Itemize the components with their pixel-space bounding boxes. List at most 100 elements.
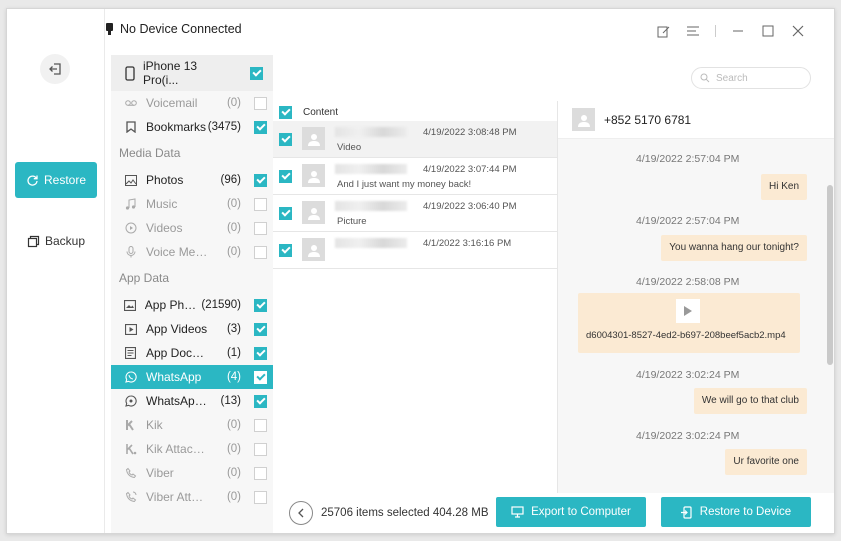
microphone-icon (123, 246, 138, 258)
contact-avatar (572, 108, 595, 131)
device-selector[interactable]: iPhone 13 Pro(i... (111, 55, 273, 91)
category-checkbox[interactable] (254, 418, 267, 432)
category-count: (0) (226, 419, 241, 431)
search-icon (700, 73, 710, 83)
minimize-icon (733, 30, 743, 32)
category-item-bookmarks[interactable]: Bookmarks (3475) (111, 115, 273, 139)
category-checkbox[interactable] (254, 221, 267, 235)
content-column-header: Content (303, 106, 339, 118)
category-checkbox[interactable] (254, 394, 267, 408)
music-icon (123, 198, 138, 210)
message-checkbox[interactable] (279, 170, 292, 183)
close-button[interactable] (790, 23, 806, 39)
footer-bar: 25706 items selected 404.28 MB Export to… (273, 493, 834, 533)
sender-avatar (302, 164, 325, 187)
photo-icon (123, 174, 138, 186)
category-label: Kik Attachme... (146, 442, 208, 456)
category-label: WhatsApp At... (146, 394, 208, 408)
category-checkbox[interactable] (254, 370, 267, 384)
category-item-photos[interactable]: Photos (96) (111, 168, 273, 192)
restore-device-label: Restore to Device (699, 506, 792, 518)
category-item-kik-attachme[interactable]: Kik Attachme... (0) (111, 437, 273, 461)
chevron-left-icon (298, 508, 304, 518)
category-count: (0) (226, 467, 241, 479)
window-controls (655, 23, 806, 39)
category-item-voice-memos[interactable]: Voice Memos (0) (111, 240, 273, 264)
chat-messages[interactable]: 4/19/2022 2:57:04 PM Hi Ken 4/19/2022 2:… (558, 139, 834, 493)
restore-nav-button[interactable]: Restore (15, 162, 97, 198)
message-row[interactable]: 4/19/2022 3:08:48 PM Video (273, 121, 557, 158)
category-count: (0) (226, 491, 241, 503)
minimize-button[interactable] (730, 23, 746, 39)
backup-icon (27, 235, 40, 247)
sender-avatar (302, 201, 325, 224)
person-icon (577, 114, 590, 127)
maximize-button[interactable] (760, 23, 776, 39)
chat-bubble: You wanna hang our tonight? (661, 235, 807, 261)
message-row[interactable]: 4/1/2022 3:16:16 PM (273, 232, 557, 269)
category-checkbox[interactable] (254, 442, 267, 456)
category-item-app-videos[interactable]: App Videos (3) (111, 317, 273, 341)
restore-to-device-button[interactable]: Restore to Device (661, 497, 811, 527)
category-item-whatsapp-at[interactable]: WhatsApp At... (13) (111, 389, 273, 413)
category-count: (0) (226, 222, 241, 234)
category-label: App Docume... (146, 346, 208, 360)
message-row[interactable]: 4/19/2022 3:07:44 PM And I just want my m… (273, 158, 557, 195)
category-item-viber[interactable]: Viber (0) (111, 461, 273, 485)
category-checkbox[interactable] (254, 96, 267, 110)
viber-attachment-icon (123, 491, 138, 503)
category-label: Voice Memos (146, 245, 208, 259)
backup-nav-label: Backup (44, 234, 86, 248)
device-checkbox[interactable] (250, 66, 263, 80)
category-checkbox[interactable] (254, 173, 267, 187)
category-checkbox[interactable] (254, 298, 267, 312)
category-count: (0) (226, 198, 241, 210)
left-nav: Restore Backup (7, 9, 105, 533)
category-item-viber-attachm[interactable]: Viber Attachm... (0) (111, 485, 273, 509)
message-row[interactable]: 4/19/2022 3:06:40 PM Picture (273, 195, 557, 232)
message-checkbox[interactable] (279, 207, 292, 220)
bookmark-icon (123, 121, 138, 133)
category-item-voicemail[interactable]: Voicemail (0) (111, 91, 273, 115)
category-checkbox[interactable] (254, 245, 267, 259)
category-checkbox[interactable] (254, 466, 267, 480)
category-label: Music (146, 197, 178, 211)
category-checkbox[interactable] (254, 322, 267, 336)
category-item-kik[interactable]: Kik (0) (111, 413, 273, 437)
category-checkbox[interactable] (254, 346, 267, 360)
message-preview: Video (337, 142, 362, 153)
message-body: 4/19/2022 3:07:44 PM And I just want my m… (335, 164, 557, 194)
back-button[interactable] (289, 501, 313, 525)
category-label: Videos (146, 221, 183, 235)
backup-nav-button[interactable]: Backup (15, 223, 97, 259)
category-item-whatsapp[interactable]: WhatsApp (4) (111, 365, 273, 389)
select-all-checkbox[interactable] (279, 105, 292, 119)
blurred-sender-name (335, 238, 407, 248)
category-item-app-docume[interactable]: App Docume... (1) (111, 341, 273, 365)
category-item-app-phot[interactable]: App Phot... (21590) (111, 293, 273, 317)
category-checkbox[interactable] (254, 197, 267, 211)
exit-icon (49, 63, 61, 75)
category-checkbox[interactable] (254, 490, 267, 504)
search-box[interactable]: Search (691, 67, 811, 89)
category-checkbox[interactable] (254, 120, 267, 134)
category-item-music[interactable]: Music (0) (111, 192, 273, 216)
menu-button[interactable] (685, 23, 701, 39)
app-document-icon (123, 347, 138, 359)
export-to-computer-button[interactable]: Export to Computer (496, 497, 646, 527)
chat-scrollbar[interactable] (827, 185, 833, 365)
play-button[interactable] (676, 299, 700, 323)
list-header: Content (273, 103, 557, 121)
exit-button[interactable] (40, 54, 70, 84)
blurred-sender-name (335, 127, 407, 137)
phone-icon (125, 65, 135, 81)
sender-avatar (302, 238, 325, 261)
chat-bubble: Ur favorite one (725, 449, 807, 475)
category-item-videos[interactable]: Videos (0) (111, 216, 273, 240)
video-attachment[interactable]: d6004301-8527-4ed2-b697-208beef5acb2.mp4 (578, 293, 800, 353)
category-label: Viber (146, 466, 174, 480)
chat-bubble: We will go to that club (693, 388, 807, 414)
edit-button[interactable] (655, 23, 671, 39)
message-checkbox[interactable] (279, 244, 292, 257)
message-checkbox[interactable] (279, 133, 292, 146)
